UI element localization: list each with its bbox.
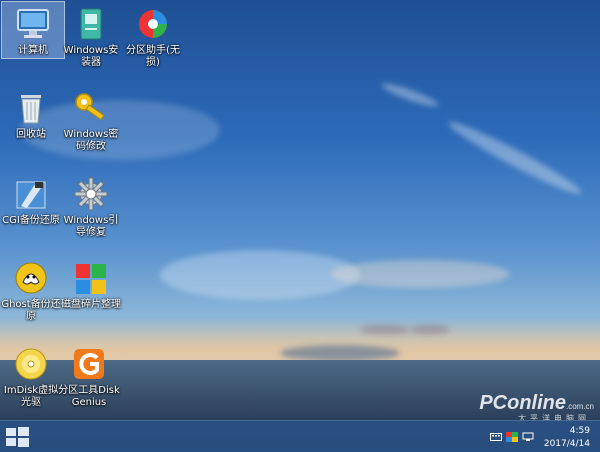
gear-icon <box>73 176 109 212</box>
desktop-icon-password-modify[interactable]: Windows密码修改 <box>60 86 122 153</box>
system-tray: 4:59 2017/4/14 <box>474 423 594 451</box>
windows-logo-icon <box>6 427 29 447</box>
desktop-icon-label: Ghost备份还原 <box>1 299 61 322</box>
desktop-icon-disk-defrag[interactable]: 磁盘碎片整理 <box>60 256 122 311</box>
clock-time[interactable]: 4:59 <box>570 426 590 436</box>
desktop-icon-label: 分区工具DiskGenius <box>58 385 120 408</box>
watermark-brand: PConline.com.cn <box>479 392 594 415</box>
desktop-icon-windows-installer[interactable]: Windows安装器 <box>60 2 122 69</box>
network-icon[interactable] <box>522 432 534 442</box>
watermark-brand-text: PConline <box>479 392 566 414</box>
app-tray-icon[interactable] <box>506 432 518 442</box>
desktop-icon-computer[interactable]: 计算机 <box>1 1 65 59</box>
desktop-icon-partition-assistant[interactable]: 分区助手(无损) <box>122 2 184 69</box>
keyboard-icon[interactable] <box>490 432 502 442</box>
installer-icon <box>73 6 109 42</box>
desktop-icon-boot-repair[interactable]: Windows引导修复 <box>60 172 122 239</box>
desktop-icon-ghost-backup[interactable]: Ghost备份还原 <box>0 256 62 323</box>
desktop-icon-label: Windows引导修复 <box>63 215 119 238</box>
defrag-icon <box>73 260 109 296</box>
ghost-icon <box>13 260 49 296</box>
desktop-icon-recycle-bin[interactable]: 回收站 <box>0 86 62 141</box>
desktop-icon-label: Windows安装器 <box>63 45 119 68</box>
diskgenius-icon <box>71 346 107 382</box>
desktop-icon-cgi-backup[interactable]: CGI备份还原 <box>0 172 62 227</box>
desktop-icon-label: 回收站 <box>16 129 46 140</box>
desktop-icon-label: Windows密码修改 <box>63 129 119 152</box>
partition-assistant-icon <box>135 6 171 42</box>
desktop-icon-label: 分区助手(无损) <box>126 45 180 68</box>
desktop-icon-label: CGI备份还原 <box>2 215 60 226</box>
clock-date[interactable]: 2017/4/14 <box>544 439 590 449</box>
taskbar: 4:59 2017/4/14 <box>0 420 600 452</box>
computer-icon <box>15 6 51 42</box>
desktop-icon-diskgenius[interactable]: 分区工具DiskGenius <box>58 342 120 409</box>
desktop-icon-label: 磁盘碎片整理 <box>61 299 121 310</box>
cgi-backup-icon <box>13 176 49 212</box>
desktop-icon-imdisk[interactable]: ImDisk虚拟光驱 <box>0 342 62 409</box>
recycle-bin-icon <box>13 90 49 126</box>
watermark-domain: .com.cn <box>565 402 594 411</box>
desktop-icon-label: ImDisk虚拟光驱 <box>3 385 59 408</box>
start-button[interactable] <box>4 426 30 448</box>
desktop-icon-label: 计算机 <box>18 45 48 56</box>
cd-drive-icon <box>13 346 49 382</box>
key-icon <box>73 90 109 126</box>
